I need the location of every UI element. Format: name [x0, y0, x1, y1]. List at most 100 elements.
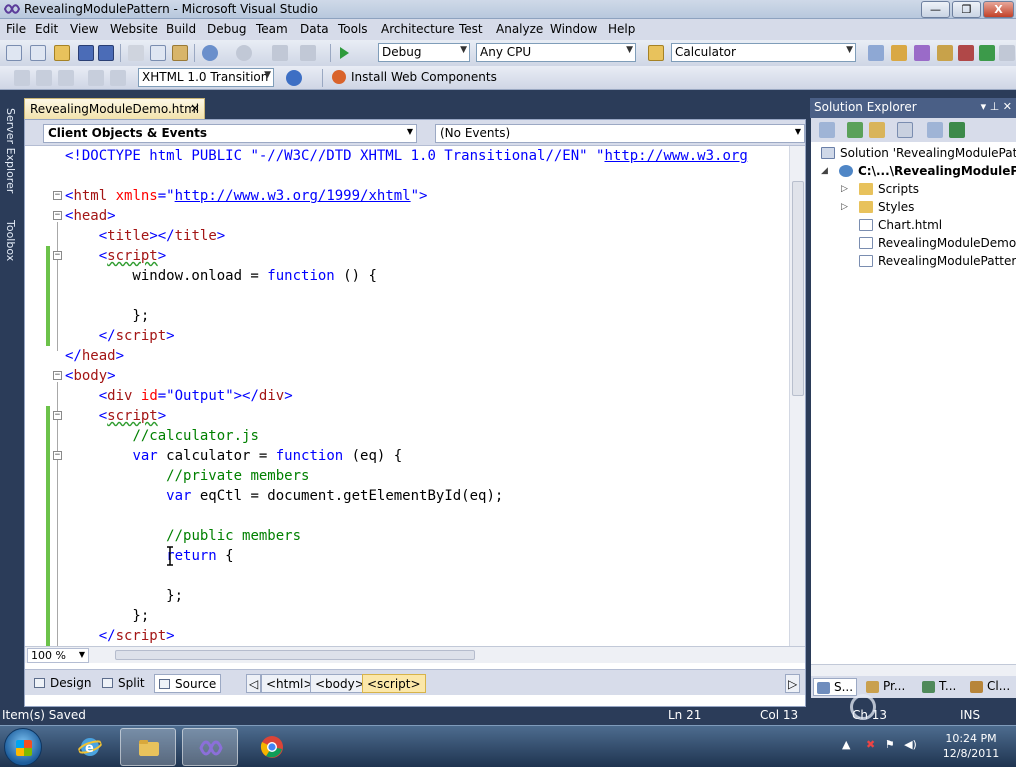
collapsed-icon[interactable]: ▷ — [841, 184, 848, 194]
install-web-components-button[interactable]: Install Web Components — [351, 70, 497, 84]
undo-icon[interactable] — [202, 45, 218, 61]
breadcrumb-script[interactable]: <script> — [362, 674, 426, 693]
events-select[interactable]: (No Events) ▼ — [435, 124, 805, 143]
validation-schema-select[interactable]: XHTML 1.0 Transition ▼ — [138, 68, 274, 87]
server-explorer-tab[interactable]: Server Explorer — [1, 108, 17, 193]
save-icon[interactable] — [78, 45, 94, 61]
collapse-icon[interactable]: − — [53, 211, 62, 220]
maximize-button[interactable]: ❐ — [952, 1, 981, 18]
navigate-backward-icon[interactable] — [272, 45, 288, 61]
copy-website-icon[interactable] — [927, 122, 943, 138]
menu-help[interactable]: Help — [608, 22, 635, 36]
add-item-icon[interactable] — [30, 45, 46, 61]
breadcrumb-back-button[interactable]: ◁ — [246, 674, 262, 693]
document-tab[interactable]: RevealingModuleDemo.html × — [24, 98, 205, 119]
collapsed-icon[interactable]: ▷ — [841, 202, 848, 212]
expanded-icon[interactable]: ◢ — [821, 166, 828, 176]
install-web-components-icon[interactable] — [332, 70, 346, 84]
menu-build[interactable]: Build — [166, 22, 196, 36]
source-view-button[interactable]: Source — [154, 674, 222, 693]
action-center-icon[interactable]: ⚑ — [885, 738, 895, 751]
copy-icon[interactable] — [150, 45, 166, 61]
network-icon[interactable]: ✖ — [866, 738, 875, 751]
collapse-icon[interactable]: − — [53, 371, 62, 380]
redo-icon[interactable] — [236, 45, 252, 61]
toolbox-tab[interactable]: Toolbox — [1, 220, 17, 261]
menu-tools[interactable]: Tools — [338, 22, 368, 36]
code-area[interactable]: − − − − − − <!DOCTYPE html PUBLIC "-//W3… — [25, 146, 789, 646]
extension-manager-icon[interactable] — [958, 45, 974, 61]
menu-architecture[interactable]: Architecture — [381, 22, 454, 36]
object-browser-icon[interactable] — [914, 45, 930, 61]
paste-icon[interactable] — [172, 45, 188, 61]
vertical-scroll-thumb[interactable] — [792, 181, 804, 396]
solution-explorer-scrollbar[interactable] — [811, 664, 1016, 676]
collapse-icon[interactable]: − — [53, 191, 62, 200]
save-all-icon[interactable] — [98, 45, 114, 61]
start-debugging-icon[interactable] — [336, 45, 352, 61]
tree-solution[interactable]: Solution 'RevealingModulePatter — [821, 144, 1016, 162]
asp-config-icon[interactable] — [949, 122, 965, 138]
comment-icon[interactable] — [88, 70, 104, 86]
solution-explorer-icon[interactable] — [868, 45, 884, 61]
find-in-files-icon[interactable] — [648, 45, 664, 61]
start-page-icon[interactable] — [979, 45, 995, 61]
properties-icon[interactable] — [819, 122, 835, 138]
tree-file-pattern[interactable]: RevealingModulePattern. — [859, 252, 1016, 270]
new-project-icon[interactable] — [6, 45, 22, 61]
pin-icon[interactable]: ▾ ⊥ ✕ — [981, 100, 1012, 113]
open-folder-icon[interactable] — [54, 45, 70, 61]
breadcrumb-body[interactable]: <body> — [310, 674, 370, 693]
taskbar-explorer[interactable] — [120, 728, 176, 766]
client-objects-select[interactable]: Client Objects & Events ▼ — [43, 124, 417, 143]
menu-analyze[interactable]: Analyze — [496, 22, 543, 36]
menu-website[interactable]: Website — [110, 22, 158, 36]
menu-view[interactable]: View — [70, 22, 98, 36]
taskbar-internet-explorer[interactable]: e — [62, 728, 118, 766]
taskbar-clock[interactable]: 10:24 PM 12/8/2011 — [940, 731, 1002, 761]
close-tab-icon[interactable]: × — [190, 101, 200, 115]
collapse-icon[interactable]: − — [53, 251, 62, 260]
find-combo[interactable]: Calculator ▼ — [671, 43, 856, 62]
properties-icon[interactable] — [891, 45, 907, 61]
toolbar-options-icon[interactable] — [999, 45, 1015, 61]
collapse-icon[interactable]: − — [53, 451, 62, 460]
menu-test[interactable]: Test — [459, 22, 483, 36]
split-view-button[interactable]: Split — [98, 674, 149, 693]
taskbar-chrome[interactable] — [244, 728, 300, 766]
editor-horizontal-scrollbar[interactable]: 100 % ▼ — [25, 646, 805, 663]
cut-icon[interactable] — [128, 45, 144, 61]
refresh-icon[interactable] — [847, 122, 863, 138]
tree-file-demo[interactable]: RevealingModuleDemo.h — [859, 234, 1016, 252]
navigate-forward-icon[interactable] — [300, 45, 316, 61]
menu-edit[interactable]: Edit — [35, 22, 58, 36]
toolbox-icon[interactable] — [937, 45, 953, 61]
tree-folder-scripts[interactable]: Scripts — [859, 180, 919, 198]
menu-data[interactable]: Data — [300, 22, 329, 36]
indent-icon[interactable] — [58, 70, 74, 86]
volume-icon[interactable]: ◀) — [904, 738, 917, 751]
solution-configuration-select[interactable]: Debug ▼ — [378, 43, 470, 62]
horizontal-scroll-thumb[interactable] — [115, 650, 475, 660]
breadcrumb-forward-button[interactable]: ▷ — [785, 674, 801, 693]
menu-file[interactable]: File — [6, 22, 26, 36]
menu-window[interactable]: Window — [550, 22, 597, 36]
tree-website[interactable]: C:\...\RevealingModulePatte — [839, 162, 1016, 180]
uncomment-icon[interactable] — [110, 70, 126, 86]
collapse-icon[interactable]: − — [53, 411, 62, 420]
format-icon[interactable] — [14, 70, 30, 86]
tree-folder-styles[interactable]: Styles — [859, 198, 914, 216]
menu-team[interactable]: Team — [256, 22, 288, 36]
start-button[interactable] — [4, 728, 42, 766]
zoom-select[interactable]: 100 % ▼ — [27, 648, 89, 663]
design-view-button[interactable]: Design — [30, 674, 95, 693]
minimize-button[interactable]: — — [921, 1, 950, 18]
view-code-icon[interactable] — [897, 122, 913, 138]
outdent-icon[interactable] — [36, 70, 52, 86]
browser-compatibility-icon[interactable] — [286, 70, 302, 86]
taskbar-visual-studio[interactable] — [182, 728, 238, 766]
show-hidden-icons-icon[interactable]: ▲ — [842, 738, 850, 751]
solution-platform-select[interactable]: Any CPU ▼ — [476, 43, 636, 62]
editor-vertical-scrollbar[interactable] — [789, 146, 805, 646]
nest-related-files-icon[interactable] — [869, 122, 885, 138]
